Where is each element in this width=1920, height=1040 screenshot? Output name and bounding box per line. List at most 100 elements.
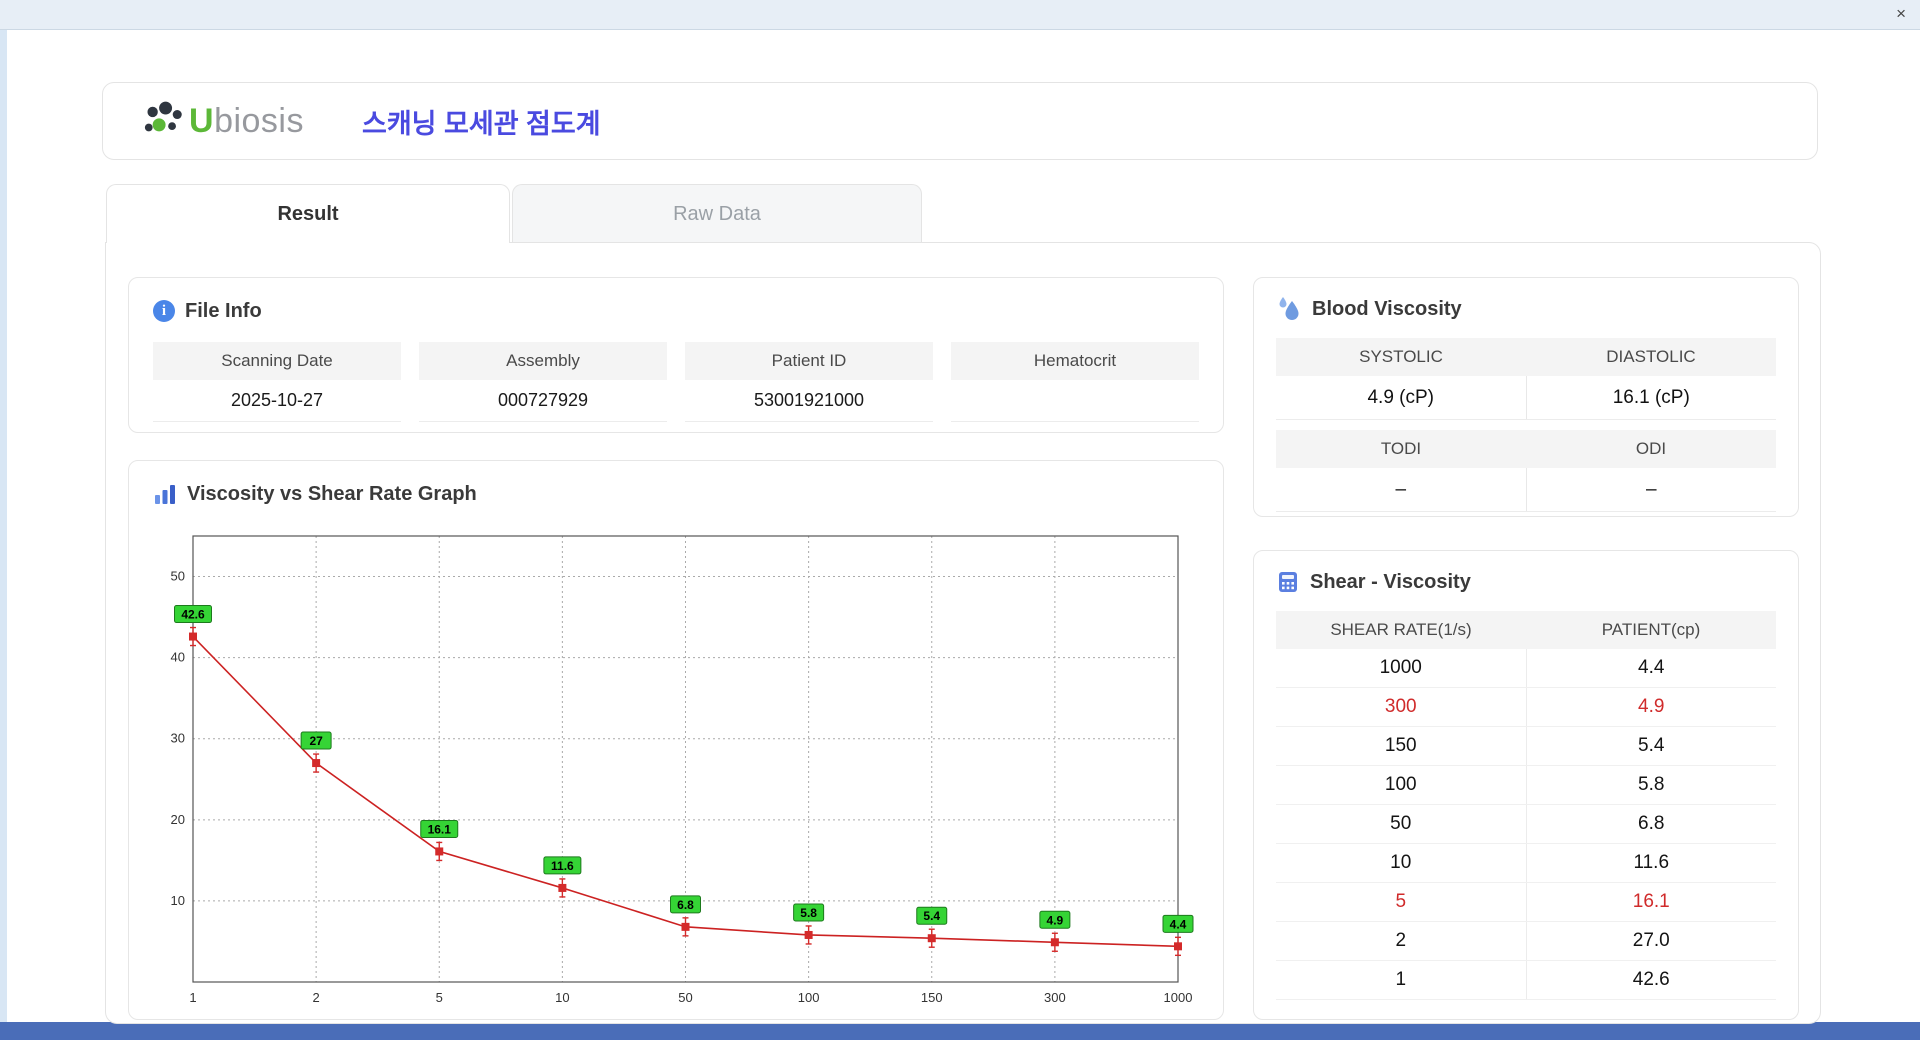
patient-column-header: PATIENT(cp) <box>1601 620 1701 639</box>
data-point-marker <box>804 930 813 939</box>
file-info-title: File Info <box>185 299 262 322</box>
todi-value: – <box>1395 478 1407 500</box>
shear-rate-cell: 100 <box>1384 774 1417 795</box>
window-titlebar: × <box>0 0 1920 30</box>
calculator-icon <box>1279 572 1297 592</box>
shear-table-row: 2 27.0 <box>1276 922 1776 961</box>
shear-table-row: 100 5.8 <box>1276 766 1776 805</box>
blood-viscosity-card: Blood Viscosity SYSTOLIC DIASTOLIC 4.9 (… <box>1253 277 1799 517</box>
bv-label-row: TODI ODI <box>1276 430 1776 468</box>
odi-label: ODI <box>1635 439 1667 458</box>
chart-area: 10 20 30 40 50 1 2 5 10 50 100 150 300 1000 42.6 27 16.1… <box>153 521 1223 1018</box>
field-hematocrit: Hematocrit <box>951 342 1199 422</box>
shear-viscosity-header: Shear - Viscosity <box>1276 567 1776 597</box>
data-point-marker <box>1174 942 1182 951</box>
blood-viscosity-grid: SYSTOLIC DIASTOLIC 4.9 (cP) 16.1 (cP) TO… <box>1276 338 1776 512</box>
patient-viscosity-cell: 11.6 <box>1525 844 1777 882</box>
x-tick-label: 5 <box>436 990 443 1005</box>
graph-header: Viscosity vs Shear Rate Graph <box>153 479 1223 509</box>
bv-value-row: – – <box>1276 468 1776 512</box>
data-point-label: 6.8 <box>677 898 694 912</box>
shear-rate-cell: 50 <box>1390 813 1412 834</box>
field-value: 2025-10-27 <box>153 380 401 422</box>
data-point-label: 27 <box>309 734 323 748</box>
y-tick-label: 20 <box>171 812 185 827</box>
viscosity-chart: 10 20 30 40 50 1 2 5 10 50 100 150 300 1000 42.6 27 16.1… <box>171 535 1194 1005</box>
field-label: Hematocrit <box>951 342 1199 380</box>
shear-table-row: 1000 4.4 <box>1276 649 1776 688</box>
file-info-header: i File Info <box>153 296 1199 326</box>
shear-viscosity-card: Shear - Viscosity SHEAR RATE(1/s) PATIEN… <box>1253 550 1799 1020</box>
bv-value-row: 4.9 (cP) 16.1 (cP) <box>1276 376 1776 420</box>
data-point-label: 4.9 <box>1047 913 1064 927</box>
data-point-marker <box>681 922 690 931</box>
info-icon: i <box>153 300 175 322</box>
x-tick-label: 10 <box>555 990 569 1005</box>
data-point-marker <box>1050 938 1059 947</box>
todi-label: TODI <box>1380 439 1422 458</box>
shear-rate-cell: 1000 <box>1379 657 1422 678</box>
viscosity-graph-card: Viscosity vs Shear Rate Graph 10 20 30 40 50… <box>128 460 1224 1020</box>
shear-table-row: 5 16.1 <box>1276 883 1776 922</box>
patient-viscosity-cell: 6.8 <box>1525 805 1777 843</box>
app-header-card: Ubiosis 스캐닝 모세관 점도계 <box>102 82 1818 160</box>
blood-viscosity-header: Blood Viscosity <box>1276 294 1776 324</box>
field-label: Assembly <box>419 342 667 380</box>
shear-rate-cell: 300 <box>1384 696 1417 717</box>
field-assembly: Assembly 000727929 <box>419 342 667 422</box>
data-point-marker <box>189 632 197 641</box>
data-point-marker <box>558 883 567 892</box>
page-title: 스캐닝 모세관 점도계 <box>362 108 601 139</box>
field-value: 000727929 <box>419 380 667 422</box>
data-point-label: 4.4 <box>1170 917 1187 931</box>
y-tick-label: 40 <box>171 650 185 665</box>
shear-rate-column-header: SHEAR RATE(1/s) <box>1330 620 1472 639</box>
window-left-edge <box>0 30 7 1022</box>
shear-rate-cell: 1 <box>1395 969 1407 990</box>
graph-title: Viscosity vs Shear Rate Graph <box>187 482 477 505</box>
systolic-value: 4.9 (cP) <box>1367 386 1435 408</box>
shear-table-body: 1000 4.4 300 4.9 150 5.4 100 5.8 50 6.8 10 11.6 5 16.… <box>1276 649 1776 1000</box>
y-tick-label: 10 <box>171 893 185 908</box>
file-info-fields: Scanning Date 2025-10-27 Assembly 000727… <box>153 342 1199 422</box>
field-label: Scanning Date <box>153 342 401 380</box>
shear-rate-cell: 150 <box>1384 735 1417 756</box>
shear-table-header: SHEAR RATE(1/s) PATIENT(cp) <box>1276 611 1776 649</box>
field-value <box>951 380 1199 422</box>
systolic-label: SYSTOLIC <box>1359 347 1443 366</box>
y-tick-label: 50 <box>171 569 185 584</box>
x-tick-label: 2 <box>313 990 320 1005</box>
field-scanning-date: Scanning Date 2025-10-27 <box>153 342 401 422</box>
x-tick-label: 300 <box>1044 990 1066 1005</box>
ubiosis-logo: Ubiosis <box>141 101 304 141</box>
blood-viscosity-title: Blood Viscosity <box>1312 297 1462 320</box>
bv-label-row: SYSTOLIC DIASTOLIC <box>1276 338 1776 376</box>
shear-viscosity-title: Shear - Viscosity <box>1310 570 1471 593</box>
data-point-label: 42.6 <box>181 608 205 622</box>
shear-table-row: 10 11.6 <box>1276 844 1776 883</box>
patient-viscosity-cell: 42.6 <box>1525 961 1777 999</box>
bar-chart-icon <box>155 485 175 504</box>
window-bottom-bar <box>0 1022 1920 1040</box>
tab-raw-data[interactable]: Raw Data <box>512 184 922 243</box>
logo-dots-icon <box>144 101 182 132</box>
data-point-label: 5.4 <box>923 909 940 923</box>
result-content-panel: i File Info Scanning Date 2025-10-27 Ass… <box>105 242 1821 1024</box>
field-value: 53001921000 <box>685 380 933 422</box>
field-label: Patient ID <box>685 342 933 380</box>
patient-viscosity-cell: 4.9 <box>1525 688 1777 726</box>
field-patient-id: Patient ID 53001921000 <box>685 342 933 422</box>
data-point-marker <box>927 934 936 943</box>
logo-text: Ubiosis <box>189 101 304 140</box>
x-tick-label: 150 <box>921 990 943 1005</box>
close-icon[interactable]: × <box>1896 4 1906 24</box>
y-tick-label: 30 <box>171 731 185 746</box>
x-tick-label: 50 <box>678 990 692 1005</box>
shear-table-row: 50 6.8 <box>1276 805 1776 844</box>
x-tick-label: 100 <box>798 990 820 1005</box>
tab-result[interactable]: Result <box>106 184 510 243</box>
patient-viscosity-cell: 27.0 <box>1525 922 1777 960</box>
shear-table-row: 1 42.6 <box>1276 961 1776 1000</box>
patient-viscosity-cell: 4.4 <box>1525 649 1777 687</box>
shear-table-row: 300 4.9 <box>1276 688 1776 727</box>
